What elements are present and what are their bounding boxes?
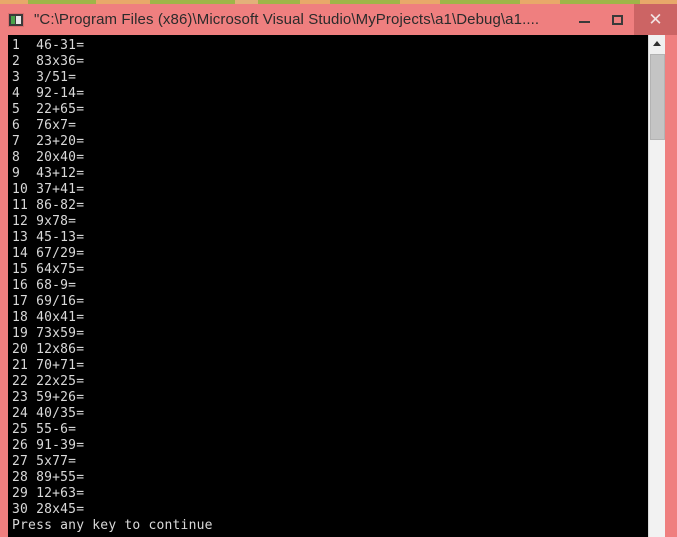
- chevron-up-icon: [653, 41, 661, 46]
- title-bar[interactable]: "C:\Program Files (x86)\Microsoft Visual…: [0, 4, 677, 35]
- window-title: "C:\Program Files (x86)\Microsoft Visual…: [34, 11, 540, 28]
- window-body: 1 46-31= 2 83x36= 3 3/51= 4 92-14= 5 22+…: [0, 35, 677, 537]
- close-button[interactable]: ✕: [634, 4, 677, 35]
- console-window: "C:\Program Files (x86)\Microsoft Visual…: [0, 4, 677, 537]
- scrollbar-thumb[interactable]: [650, 54, 665, 140]
- console-app-icon: [8, 12, 24, 27]
- scrollbar-track[interactable]: [650, 140, 665, 537]
- maximize-button[interactable]: [601, 4, 634, 35]
- console-text: 1 46-31= 2 83x36= 3 3/51= 4 92-14= 5 22+…: [12, 38, 213, 533]
- minimize-button[interactable]: [568, 4, 601, 35]
- vertical-scrollbar[interactable]: [648, 35, 665, 537]
- screen: "C:\Program Files (x86)\Microsoft Visual…: [0, 0, 677, 537]
- scroll-up-button[interactable]: [649, 35, 665, 52]
- close-icon: ✕: [648, 10, 663, 29]
- maximize-icon: [612, 14, 623, 25]
- console-output-area[interactable]: 1 46-31= 2 83x36= 3 3/51= 4 92-14= 5 22+…: [8, 35, 648, 537]
- minimize-icon: [579, 21, 590, 23]
- window-controls: ✕: [568, 4, 677, 35]
